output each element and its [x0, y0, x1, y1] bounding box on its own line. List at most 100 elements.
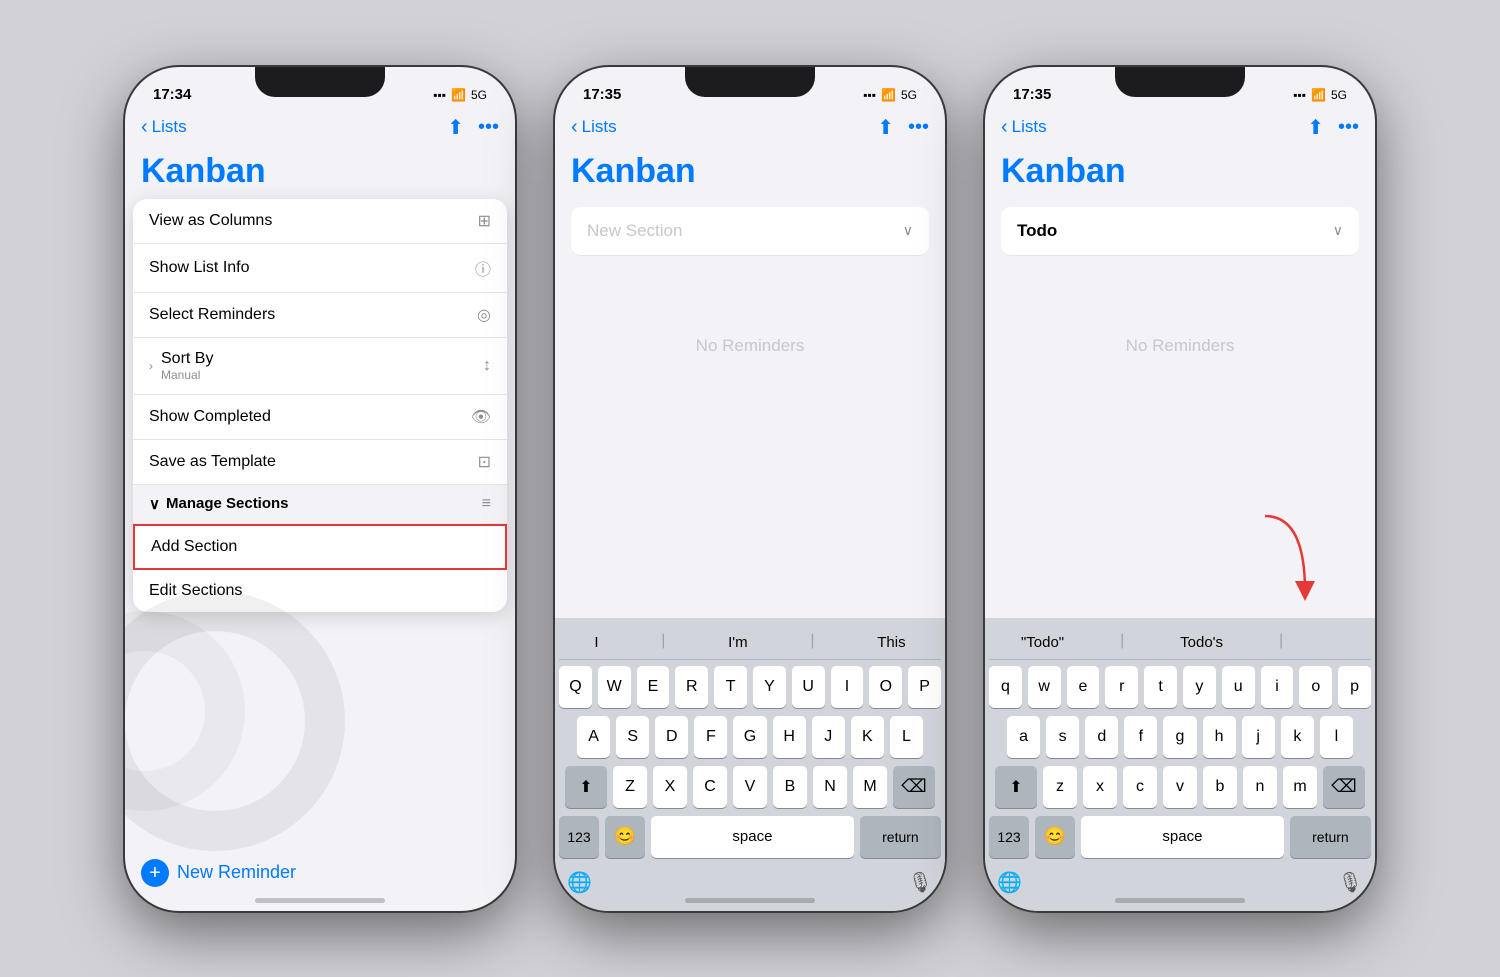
share-icon-3[interactable]: ⬆	[1307, 115, 1324, 140]
key-r[interactable]: r	[1105, 666, 1138, 708]
menu-show-list-info[interactable]: Show List Info ⓘ	[133, 244, 507, 293]
key-x[interactable]: x	[1083, 766, 1117, 808]
key-R[interactable]: R	[675, 666, 708, 708]
back-button-3[interactable]: ‹ Lists	[1001, 116, 1047, 139]
shift-key-3[interactable]: ⬆	[995, 766, 1037, 808]
key-v[interactable]: v	[1163, 766, 1197, 808]
key-i[interactable]: i	[1261, 666, 1294, 708]
key-K[interactable]: K	[851, 716, 884, 758]
status-time-3: 17:35	[1013, 86, 1051, 103]
key-o[interactable]: o	[1299, 666, 1332, 708]
menu-save-template[interactable]: Save as Template ⊡	[133, 440, 507, 485]
key-f[interactable]: f	[1124, 716, 1157, 758]
key-g[interactable]: g	[1163, 716, 1196, 758]
key-e[interactable]: e	[1067, 666, 1100, 708]
pred-word-2-2[interactable]: This	[869, 632, 913, 653]
key-Q[interactable]: Q	[559, 666, 592, 708]
back-button-2[interactable]: ‹ Lists	[571, 116, 617, 139]
key-S[interactable]: S	[616, 716, 649, 758]
mic-icon-3[interactable]: 🎙	[1338, 870, 1363, 895]
key-u[interactable]: u	[1222, 666, 1255, 708]
section-row-2: New Section ∨	[571, 207, 929, 256]
menu-sort-by[interactable]: › Sort By Manual ↕	[133, 338, 507, 395]
key-D[interactable]: D	[655, 716, 688, 758]
key-J[interactable]: J	[812, 716, 845, 758]
emoji-key-2[interactable]: 😊	[605, 816, 645, 858]
add-section-item[interactable]: Add Section	[133, 524, 507, 570]
share-icon-2[interactable]: ⬆	[877, 115, 894, 140]
section-name-3[interactable]: Todo	[1017, 221, 1057, 241]
space-key-3[interactable]: space	[1081, 816, 1284, 858]
key-t[interactable]: t	[1144, 666, 1177, 708]
return-key-2[interactable]: return	[860, 816, 941, 858]
more-icon-3[interactable]: •••	[1338, 116, 1359, 139]
edit-sections-item[interactable]: Edit Sections	[133, 570, 507, 612]
key-y[interactable]: y	[1183, 666, 1216, 708]
key-O[interactable]: O	[869, 666, 902, 708]
key-N[interactable]: N	[813, 766, 847, 808]
key-G[interactable]: G	[733, 716, 766, 758]
key-F[interactable]: F	[694, 716, 727, 758]
pred-word-2-0[interactable]: I	[586, 632, 606, 653]
key-c[interactable]: c	[1123, 766, 1157, 808]
pred-word-3-1[interactable]: Todo's	[1172, 632, 1231, 653]
key-q[interactable]: q	[989, 666, 1022, 708]
page-title-1: Kanban	[125, 148, 515, 199]
more-icon-1[interactable]: •••	[478, 116, 499, 139]
key-j[interactable]: j	[1242, 716, 1275, 758]
globe-icon-2[interactable]: 🌐	[567, 870, 592, 895]
menu-show-completed[interactable]: Show Completed 👁	[133, 395, 507, 440]
pred-word-3-2[interactable]	[1331, 632, 1347, 653]
key-H[interactable]: H	[773, 716, 806, 758]
key-d[interactable]: d	[1085, 716, 1118, 758]
key-s[interactable]: s	[1046, 716, 1079, 758]
key-k[interactable]: k	[1281, 716, 1314, 758]
share-icon-1[interactable]: ⬆	[447, 115, 464, 140]
key-h[interactable]: h	[1203, 716, 1236, 758]
key-P[interactable]: P	[908, 666, 941, 708]
key-a[interactable]: a	[1007, 716, 1040, 758]
key-p[interactable]: p	[1338, 666, 1371, 708]
key-w[interactable]: w	[1028, 666, 1061, 708]
back-button-1[interactable]: ‹ Lists	[141, 116, 187, 139]
key-C[interactable]: C	[693, 766, 727, 808]
key-A[interactable]: A	[577, 716, 610, 758]
menu-select-reminders[interactable]: Select Reminders ◎	[133, 293, 507, 338]
key-Z[interactable]: Z	[613, 766, 647, 808]
num-key-3[interactable]: 123	[989, 816, 1029, 858]
return-key-3[interactable]: return	[1290, 816, 1371, 858]
mic-icon-2[interactable]: 🎙	[908, 870, 933, 895]
globe-icon-3[interactable]: 🌐	[997, 870, 1022, 895]
num-key-2[interactable]: 123	[559, 816, 599, 858]
emoji-key-3[interactable]: 😊	[1035, 816, 1075, 858]
key-b[interactable]: b	[1203, 766, 1237, 808]
key-Y[interactable]: Y	[753, 666, 786, 708]
pred-word-2-1[interactable]: I'm	[720, 632, 756, 653]
pred-word-3-0[interactable]: "Todo"	[1013, 632, 1072, 653]
key-n[interactable]: n	[1243, 766, 1277, 808]
key-z[interactable]: z	[1043, 766, 1077, 808]
key-I[interactable]: I	[831, 666, 864, 708]
manage-sections-header[interactable]: ∨ Manage Sections ≡	[133, 485, 507, 524]
key-L[interactable]: L	[890, 716, 923, 758]
key-E[interactable]: E	[637, 666, 670, 708]
menu-view-columns[interactable]: View as Columns ⊞	[133, 199, 507, 244]
section-name-placeholder-2[interactable]: New Section	[587, 221, 682, 241]
shift-key-2[interactable]: ⬆	[565, 766, 607, 808]
delete-key-3[interactable]: ⌫	[1323, 766, 1365, 808]
key-V[interactable]: V	[733, 766, 767, 808]
key-l[interactable]: l	[1320, 716, 1353, 758]
key-M[interactable]: M	[853, 766, 887, 808]
new-reminder-button-1[interactable]: + New Reminder	[141, 859, 296, 887]
key-B[interactable]: B	[773, 766, 807, 808]
signal-icon-2: ▪▪▪	[863, 88, 876, 102]
key-T[interactable]: T	[714, 666, 747, 708]
space-key-2[interactable]: space	[651, 816, 854, 858]
key-U[interactable]: U	[792, 666, 825, 708]
more-icon-2[interactable]: •••	[908, 116, 929, 139]
home-indicator-2	[685, 898, 815, 903]
key-m[interactable]: m	[1283, 766, 1317, 808]
key-W[interactable]: W	[598, 666, 631, 708]
delete-key-2[interactable]: ⌫	[893, 766, 935, 808]
key-X[interactable]: X	[653, 766, 687, 808]
